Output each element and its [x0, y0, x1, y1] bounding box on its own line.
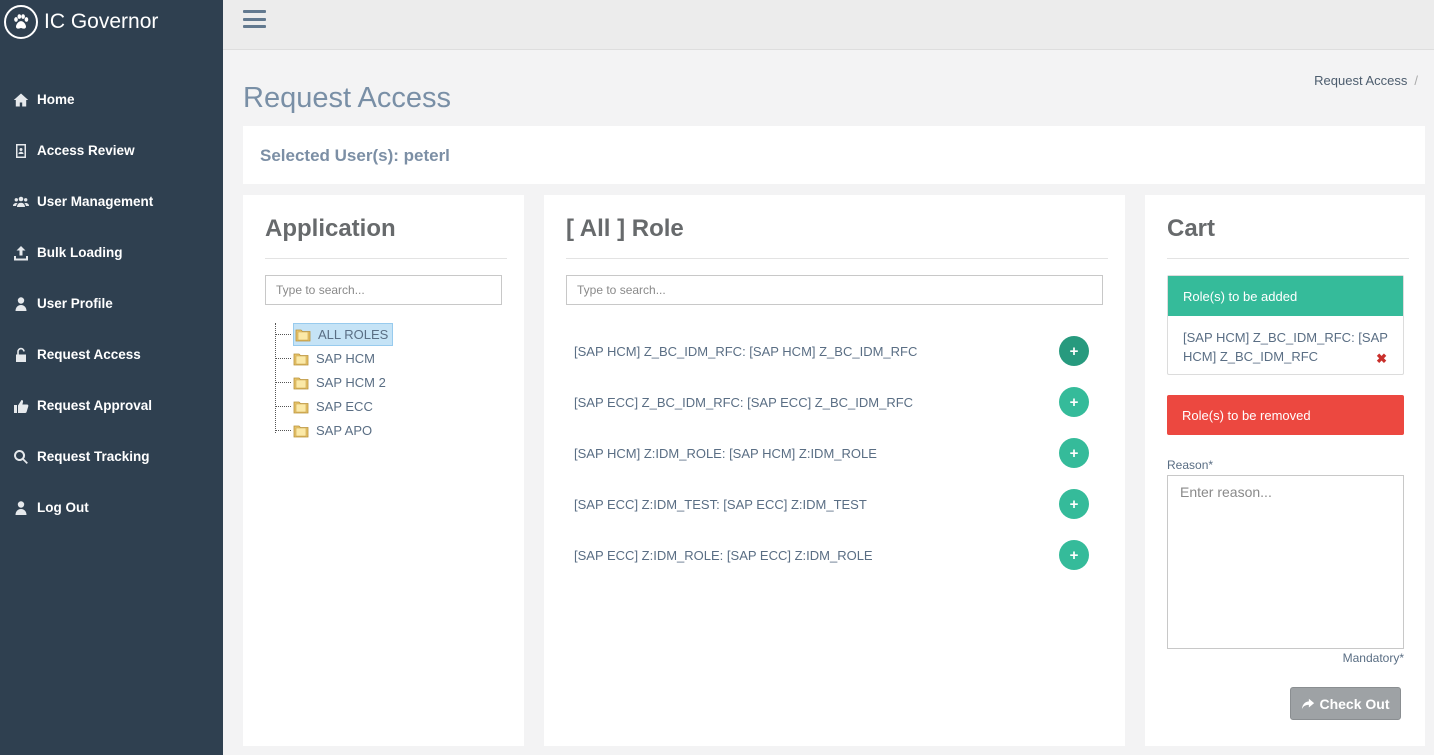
sidebar-item-label: Log Out: [37, 500, 89, 515]
role-label: [SAP HCM] Z_BC_IDM_RFC: [SAP HCM] Z_BC_I…: [574, 343, 918, 359]
folder-icon: [293, 377, 309, 389]
mandatory-note: Mandatory*: [1342, 651, 1404, 665]
share-arrow-icon: [1302, 698, 1315, 709]
sidebar-item-label: Request Approval: [37, 398, 153, 413]
search-icon: [12, 448, 30, 466]
role-label: [SAP HCM] Z:IDM_ROLE: [SAP HCM] Z:IDM_RO…: [574, 445, 877, 461]
application-panel: Application ALL ROLES SAP HCM SAP HCM 2: [243, 195, 524, 746]
user-icon: [12, 499, 30, 517]
sidebar-item-bulk-loading[interactable]: Bulk Loading: [0, 227, 223, 278]
tree-item-label: SAP HCM: [316, 350, 375, 366]
sidebar-item-label: Request Access: [37, 347, 141, 362]
sidebar-item-request-tracking[interactable]: Request Tracking: [0, 431, 223, 482]
selected-users-label: Selected User(s): peterl: [260, 146, 450, 165]
top-bar: [223, 0, 1434, 50]
sidebar-item-user-profile[interactable]: User Profile: [0, 278, 223, 329]
unlock-icon: [12, 346, 30, 364]
user-icon: [12, 295, 30, 313]
folder-icon: [295, 329, 311, 341]
sidebar-item-log-out[interactable]: Log Out: [0, 482, 223, 533]
tree-item-label: ALL ROLES: [318, 326, 389, 342]
application-title: Application: [265, 215, 396, 242]
sidebar-item-label: Request Tracking: [37, 449, 150, 464]
application-search-input[interactable]: [265, 275, 502, 305]
folder-icon: [293, 401, 309, 413]
sidebar-item-label: Access Review: [37, 143, 135, 158]
list-item: [SAP HCM] Z_BC_IDM_RFC: [SAP HCM] Z_BC_I…: [574, 334, 1094, 368]
hamburger-menu-icon[interactable]: [243, 10, 266, 30]
role-label: [SAP ECC] Z_BC_IDM_RFC: [SAP ECC] Z_BC_I…: [574, 394, 914, 410]
roles-to-remove-header: Role(s) to be removed: [1167, 395, 1404, 435]
roles-to-add-box: Role(s) to be added [SAP HCM] Z_BC_IDM_R…: [1167, 275, 1404, 375]
list-item: [SAP HCM] Z:IDM_ROLE: [SAP HCM] Z:IDM_RO…: [574, 436, 1094, 470]
page-title: Request Access: [243, 82, 451, 114]
home-icon: [12, 91, 30, 109]
folder-icon: [293, 425, 309, 437]
breadcrumb-separator: /: [1414, 73, 1418, 88]
tree-item-label: SAP ECC: [316, 398, 373, 414]
brand[interactable]: IC Governor: [0, 0, 223, 44]
role-label: [SAP ECC] Z:IDM_TEST: [SAP ECC] Z:IDM_TE…: [574, 496, 867, 512]
role-label: [SAP ECC] Z:IDM_ROLE: [SAP ECC] Z:IDM_RO…: [574, 547, 873, 563]
sidebar-item-label: User Management: [37, 194, 154, 209]
app-title: IC Governor: [44, 10, 159, 33]
users-icon: [12, 193, 30, 211]
roles-to-add-header: Role(s) to be added: [1168, 276, 1403, 316]
add-role-button[interactable]: +: [1059, 540, 1089, 570]
role-title: [ All ] Role: [566, 215, 684, 242]
folder-icon: [293, 353, 309, 365]
list-item: [SAP ECC] Z:IDM_ROLE: [SAP ECC] Z:IDM_RO…: [574, 538, 1094, 572]
sidebar-item-access-review[interactable]: Access Review: [0, 125, 223, 176]
sidebar-item-label: Home: [37, 92, 75, 107]
sidebar-item-home[interactable]: Home: [0, 74, 223, 125]
sidebar-item-label: Bulk Loading: [37, 245, 123, 260]
reason-textarea[interactable]: [1167, 475, 1404, 649]
remove-item-icon[interactable]: ✖: [1376, 349, 1387, 368]
role-panel: [ All ] Role [SAP HCM] Z_BC_IDM_RFC: [SA…: [544, 195, 1125, 746]
sidebar-nav: Home Access Review User Management Bulk …: [0, 74, 223, 533]
id-badge-icon: [12, 142, 30, 160]
role-search-input[interactable]: [566, 275, 1103, 305]
breadcrumb: Request Access /: [1314, 73, 1418, 88]
add-role-button[interactable]: +: [1059, 438, 1089, 468]
paw-logo-icon: [4, 5, 38, 39]
selected-users-box: Selected User(s): peterl: [243, 126, 1425, 184]
add-role-button[interactable]: +: [1059, 387, 1089, 417]
tree-item-sap-hcm-2[interactable]: SAP HCM 2: [275, 371, 388, 393]
reason-label: Reason*: [1167, 458, 1214, 472]
tree-item-sap-ecc[interactable]: SAP ECC: [275, 395, 375, 417]
tree-item-sap-hcm[interactable]: SAP HCM: [275, 347, 377, 369]
upload-icon: [12, 244, 30, 262]
sidebar-item-label: User Profile: [37, 296, 113, 311]
cart-panel: Cart Role(s) to be added [SAP HCM] Z_BC_…: [1145, 195, 1425, 746]
check-out-label: Check Out: [1319, 695, 1390, 712]
list-item: [SAP ECC] Z_BC_IDM_RFC: [SAP ECC] Z_BC_I…: [574, 385, 1094, 419]
divider: [566, 258, 1108, 259]
sidebar-item-request-access[interactable]: Request Access: [0, 329, 223, 380]
sidebar: IC Governor Home Access Review User Mana…: [0, 0, 223, 755]
cart-item: [SAP HCM] Z_BC_IDM_RFC: [SAP HCM] Z_BC_I…: [1168, 316, 1403, 378]
check-out-button[interactable]: Check Out: [1290, 687, 1401, 720]
breadcrumb-item[interactable]: Request Access: [1314, 73, 1407, 88]
thumbs-up-icon: [12, 397, 30, 415]
divider: [1167, 258, 1409, 259]
divider: [265, 258, 507, 259]
sidebar-item-user-management[interactable]: User Management: [0, 176, 223, 227]
cart-title: Cart: [1167, 215, 1216, 242]
application-tree: ALL ROLES SAP HCM SAP HCM 2 SAP ECC SAP …: [275, 322, 475, 438]
add-role-button[interactable]: +: [1059, 489, 1089, 519]
tree-item-label: SAP HCM 2: [316, 374, 386, 390]
list-item: [SAP ECC] Z:IDM_TEST: [SAP ECC] Z:IDM_TE…: [574, 487, 1094, 521]
tree-item-all-roles[interactable]: ALL ROLES: [275, 322, 394, 346]
add-role-button[interactable]: +: [1059, 336, 1089, 366]
cart-item-label: [SAP HCM] Z_BC_IDM_RFC: [SAP HCM] Z_BC_I…: [1183, 330, 1388, 364]
sidebar-item-request-approval[interactable]: Request Approval: [0, 380, 223, 431]
tree-item-sap-apo[interactable]: SAP APO: [275, 419, 374, 441]
tree-item-label: SAP APO: [316, 422, 373, 438]
